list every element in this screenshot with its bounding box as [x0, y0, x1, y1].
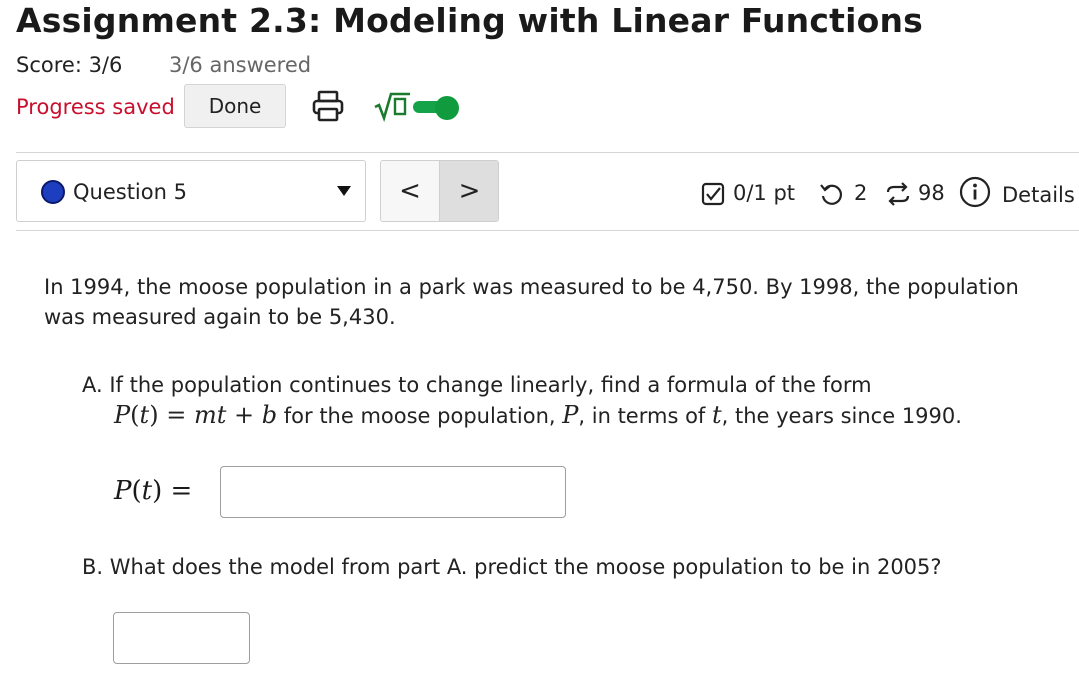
version-indicator: 98	[884, 176, 948, 210]
formula-math: P(t) = mt + b	[114, 401, 278, 429]
math-toggle[interactable]	[413, 96, 459, 120]
formula-text-1: for the moose population,	[277, 404, 563, 428]
points-text: 0/1 pt	[733, 181, 796, 205]
score-text: Score: 3/6	[16, 53, 123, 77]
attempts-text: 2	[854, 181, 868, 205]
toggle-knob	[435, 96, 459, 120]
part-b-question: B. What does the model from part A. pred…	[82, 555, 942, 579]
next-question-button[interactable]: >	[439, 161, 498, 221]
progress-status: Progress saved	[16, 95, 175, 119]
part-a-instruction: A. If the population continues to change…	[82, 373, 872, 397]
question-prompt: In 1994, the moose population in a park …	[44, 275, 1019, 329]
previous-question-button[interactable]: <	[381, 161, 439, 221]
var-t: t	[711, 401, 722, 429]
question-select[interactable]: Question 5	[16, 160, 366, 222]
formula-text-3: , the years since 1990.	[721, 404, 962, 428]
question-pager: < >	[380, 160, 499, 222]
var-p: P	[562, 401, 579, 429]
version-text: 98	[918, 181, 945, 205]
done-button[interactable]: Done	[184, 84, 286, 128]
answer-b-input[interactable]	[113, 612, 250, 664]
part-a: A. If the population continues to change…	[82, 370, 1072, 431]
score-row: Score: 3/6 3/6 answered	[16, 52, 311, 78]
part-a-formula-line: P(t) = mt + b for the moose population, …	[82, 400, 1072, 431]
attempts-indicator: 2	[818, 176, 874, 210]
details-link[interactable]: Details	[958, 176, 1079, 210]
points-indicator: 0/1 pt	[700, 176, 810, 210]
formula-text-2: , in terms of	[578, 404, 712, 428]
answer-a-label: P(t) =	[114, 476, 193, 506]
answer-a-input[interactable]	[220, 466, 566, 518]
question-status-dot	[41, 180, 65, 204]
shuffle-icon	[886, 182, 910, 206]
printer-icon[interactable]	[310, 88, 346, 124]
checkbox-icon	[701, 182, 725, 206]
retry-icon	[820, 184, 843, 205]
caret-down-icon	[337, 186, 351, 196]
answered-count: 3/6 answered	[169, 53, 312, 77]
divider	[16, 230, 1079, 231]
divider	[16, 152, 1079, 153]
question-select-label: Question 5	[73, 180, 187, 204]
details-label: Details	[1002, 183, 1075, 207]
info-icon	[959, 176, 991, 208]
assignment-title: Assignment 2.3: Modeling with Linear Fun…	[16, 1, 923, 40]
sqrt-icon[interactable]	[372, 90, 412, 123]
